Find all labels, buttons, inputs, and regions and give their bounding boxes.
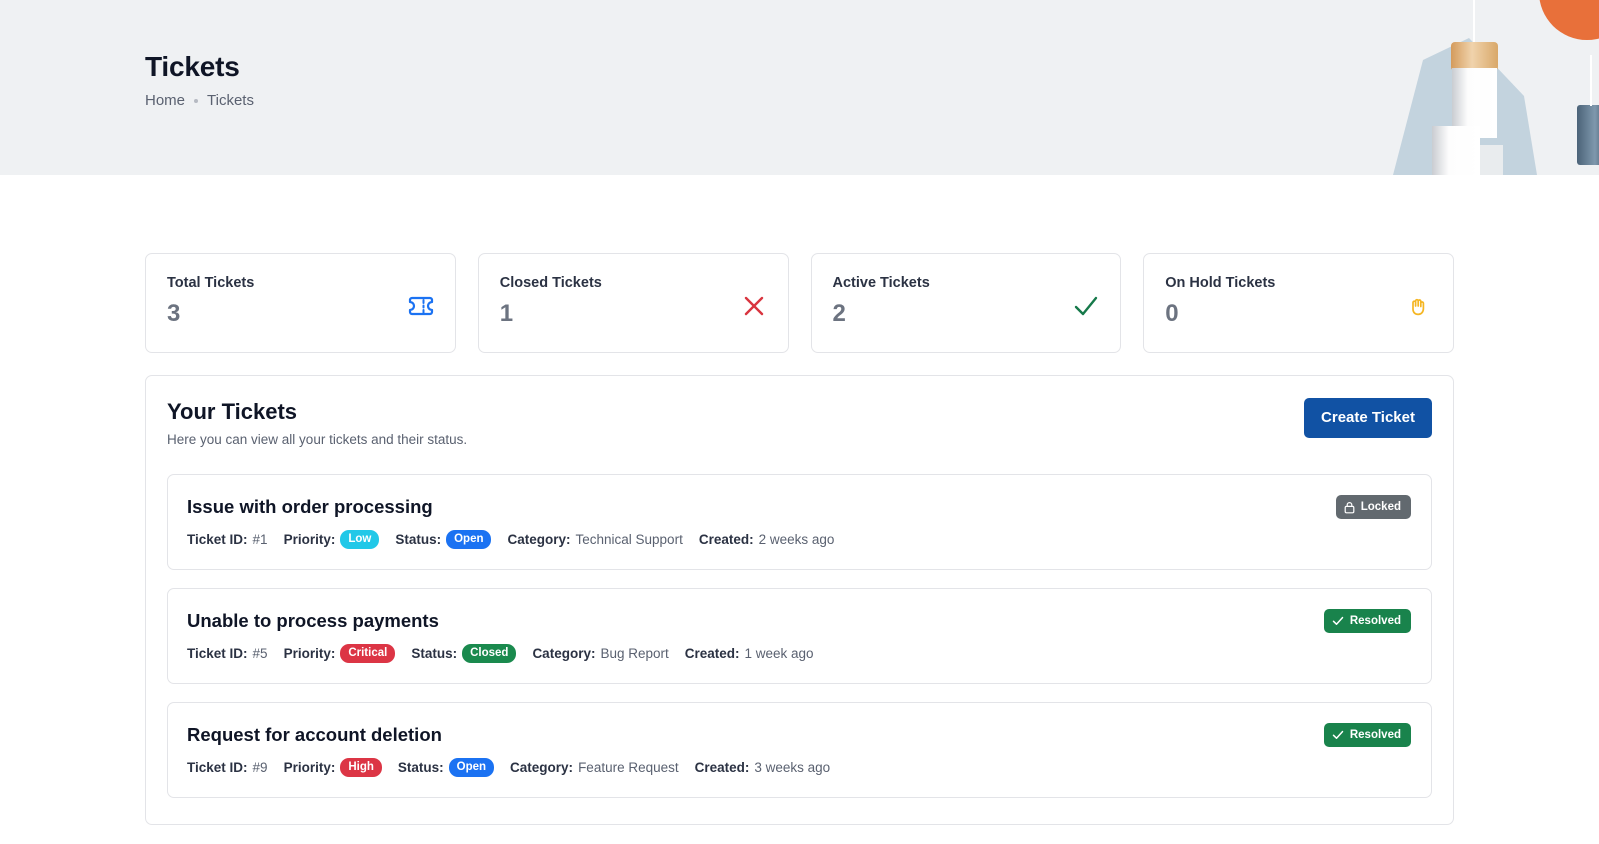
priority-group: Priority: Low [284,530,380,549]
main-content: Total Tickets 3 Closed Tickets 1 Active … [0,175,1599,825]
page-title: Tickets [145,51,240,82]
ticket-id-group: Ticket ID: #9 [187,759,268,777]
priority-label: Priority: [283,759,336,775]
category-value: Technical Support [575,531,683,547]
stat-label: On Hold Tickets [1165,275,1276,291]
panel-title: Your Tickets [167,399,298,424]
category-label: Category: [532,645,596,661]
stat-card-total-tickets: Total Tickets 3 [145,253,456,353]
category-value: Feature Request [578,759,679,775]
status-badge: Open [446,530,492,549]
priority-badge: Critical [340,644,396,663]
category-value: Bug Report [600,645,669,661]
priority-badge: High [340,758,382,777]
ticket-id-value: #5 [252,645,268,661]
stat-value: 3 [167,300,181,327]
stat-label: Total Tickets [167,275,255,291]
page-header: Tickets Home Tickets [0,0,1599,175]
category-group: Category: Technical Support [507,531,682,549]
stat-card-closed-tickets: Closed Tickets 1 [477,253,789,353]
ticket-icon [407,292,435,320]
category-label: Category: [507,531,571,547]
status-label: Status: [397,759,444,775]
ticket-row[interactable]: Unable to process payments Ticket ID: #5… [167,588,1432,684]
priority-group: Priority: High [284,758,382,777]
ticket-meta: Ticket ID: #5 Priority: Critical Status:… [187,644,1411,663]
priority-group: Priority: Critical [284,644,396,663]
breadcrumb: Home Tickets [145,92,254,110]
stat-card-active-tickets: Active Tickets 2 [810,253,1122,353]
ticket-id-value: #9 [252,759,268,775]
check-icon [1332,729,1344,741]
stat-label: Closed Tickets [499,275,602,291]
priority-label: Priority: [283,531,336,547]
breadcrumb-separator-dot [194,99,199,103]
ticket-id-group: Ticket ID: #1 [187,531,268,549]
created-label: Created: [694,759,750,775]
status-group: Status: Closed [411,644,517,663]
priority-badge: Low [340,530,380,549]
category-group: Category: Feature Request [510,759,679,777]
check-icon [1072,292,1100,320]
panel-subtitle: Here you can view all your tickets and t… [167,432,468,447]
ticket-id-group: Ticket ID: #5 [187,645,268,663]
x-mark-icon [740,292,768,320]
locked-badge-label: Locked [1360,501,1401,513]
resolved-badge: Resolved [1323,723,1411,747]
ticket-title: Issue with order processing [187,496,433,517]
resolved-badge-label: Resolved [1349,615,1401,627]
hand-pause-icon [1405,292,1433,320]
header-decorative-illustration [1319,0,1599,175]
created-value: 1 week ago [744,645,814,661]
ticket-id-label: Ticket ID: [187,759,248,775]
breadcrumb-current: Tickets [207,92,254,109]
created-label: Created: [684,645,740,661]
panel-header: Your Tickets Here you can view all your … [167,398,1432,448]
category-label: Category: [510,759,574,775]
created-group: Created: 3 weeks ago [695,759,831,777]
resolved-badge: Resolved [1323,609,1411,633]
stat-label: Active Tickets [832,275,930,291]
ticket-id-label: Ticket ID: [187,645,248,661]
lock-icon [1344,501,1355,514]
created-value: 2 weeks ago [758,531,835,547]
ticket-id-value: #1 [252,531,268,547]
ticket-meta: Ticket ID: #9 Priority: High Status: Ope… [187,758,1411,777]
priority-label: Priority: [283,645,336,661]
created-value: 3 weeks ago [754,759,831,775]
breadcrumb-home[interactable]: Home [145,92,185,110]
stat-value: 2 [832,300,846,327]
stats-row: Total Tickets 3 Closed Tickets 1 Active … [0,253,1599,353]
create-ticket-button[interactable]: Create Ticket [1304,398,1432,438]
status-badge: Open [448,758,495,777]
ticket-row[interactable]: Request for account deletion Ticket ID: … [167,702,1432,798]
header-text-block: Tickets Home Tickets [145,50,254,110]
resolved-badge-label: Resolved [1349,729,1401,741]
status-group: Status: Open [397,758,495,777]
check-icon [1332,615,1344,627]
locked-badge: Locked [1335,495,1411,519]
ticket-meta: Ticket ID: #1 Priority: Low Status: Open… [187,530,1411,549]
created-group: Created: 2 weeks ago [699,531,835,549]
status-badge: Closed [462,644,517,663]
ticket-title: Unable to process payments [187,610,439,631]
panel-heading-block: Your Tickets Here you can view all your … [167,398,467,448]
status-group: Status: Open [395,530,492,549]
category-group: Category: Bug Report [532,645,668,663]
status-label: Status: [411,645,458,661]
stat-value: 0 [1165,300,1179,327]
stat-card-on-hold-tickets: On Hold Tickets 0 [1143,253,1454,353]
created-label: Created: [698,531,754,547]
status-label: Status: [395,531,442,547]
ticket-title: Request for account deletion [187,724,442,745]
ticket-id-label: Ticket ID: [187,531,248,547]
created-group: Created: 1 week ago [685,645,814,663]
ticket-row[interactable]: Issue with order processing Ticket ID: #… [167,474,1432,570]
stat-value: 1 [499,300,514,327]
your-tickets-panel: Your Tickets Here you can view all your … [145,375,1454,825]
tickets-list: Issue with order processing Ticket ID: #… [167,474,1432,798]
